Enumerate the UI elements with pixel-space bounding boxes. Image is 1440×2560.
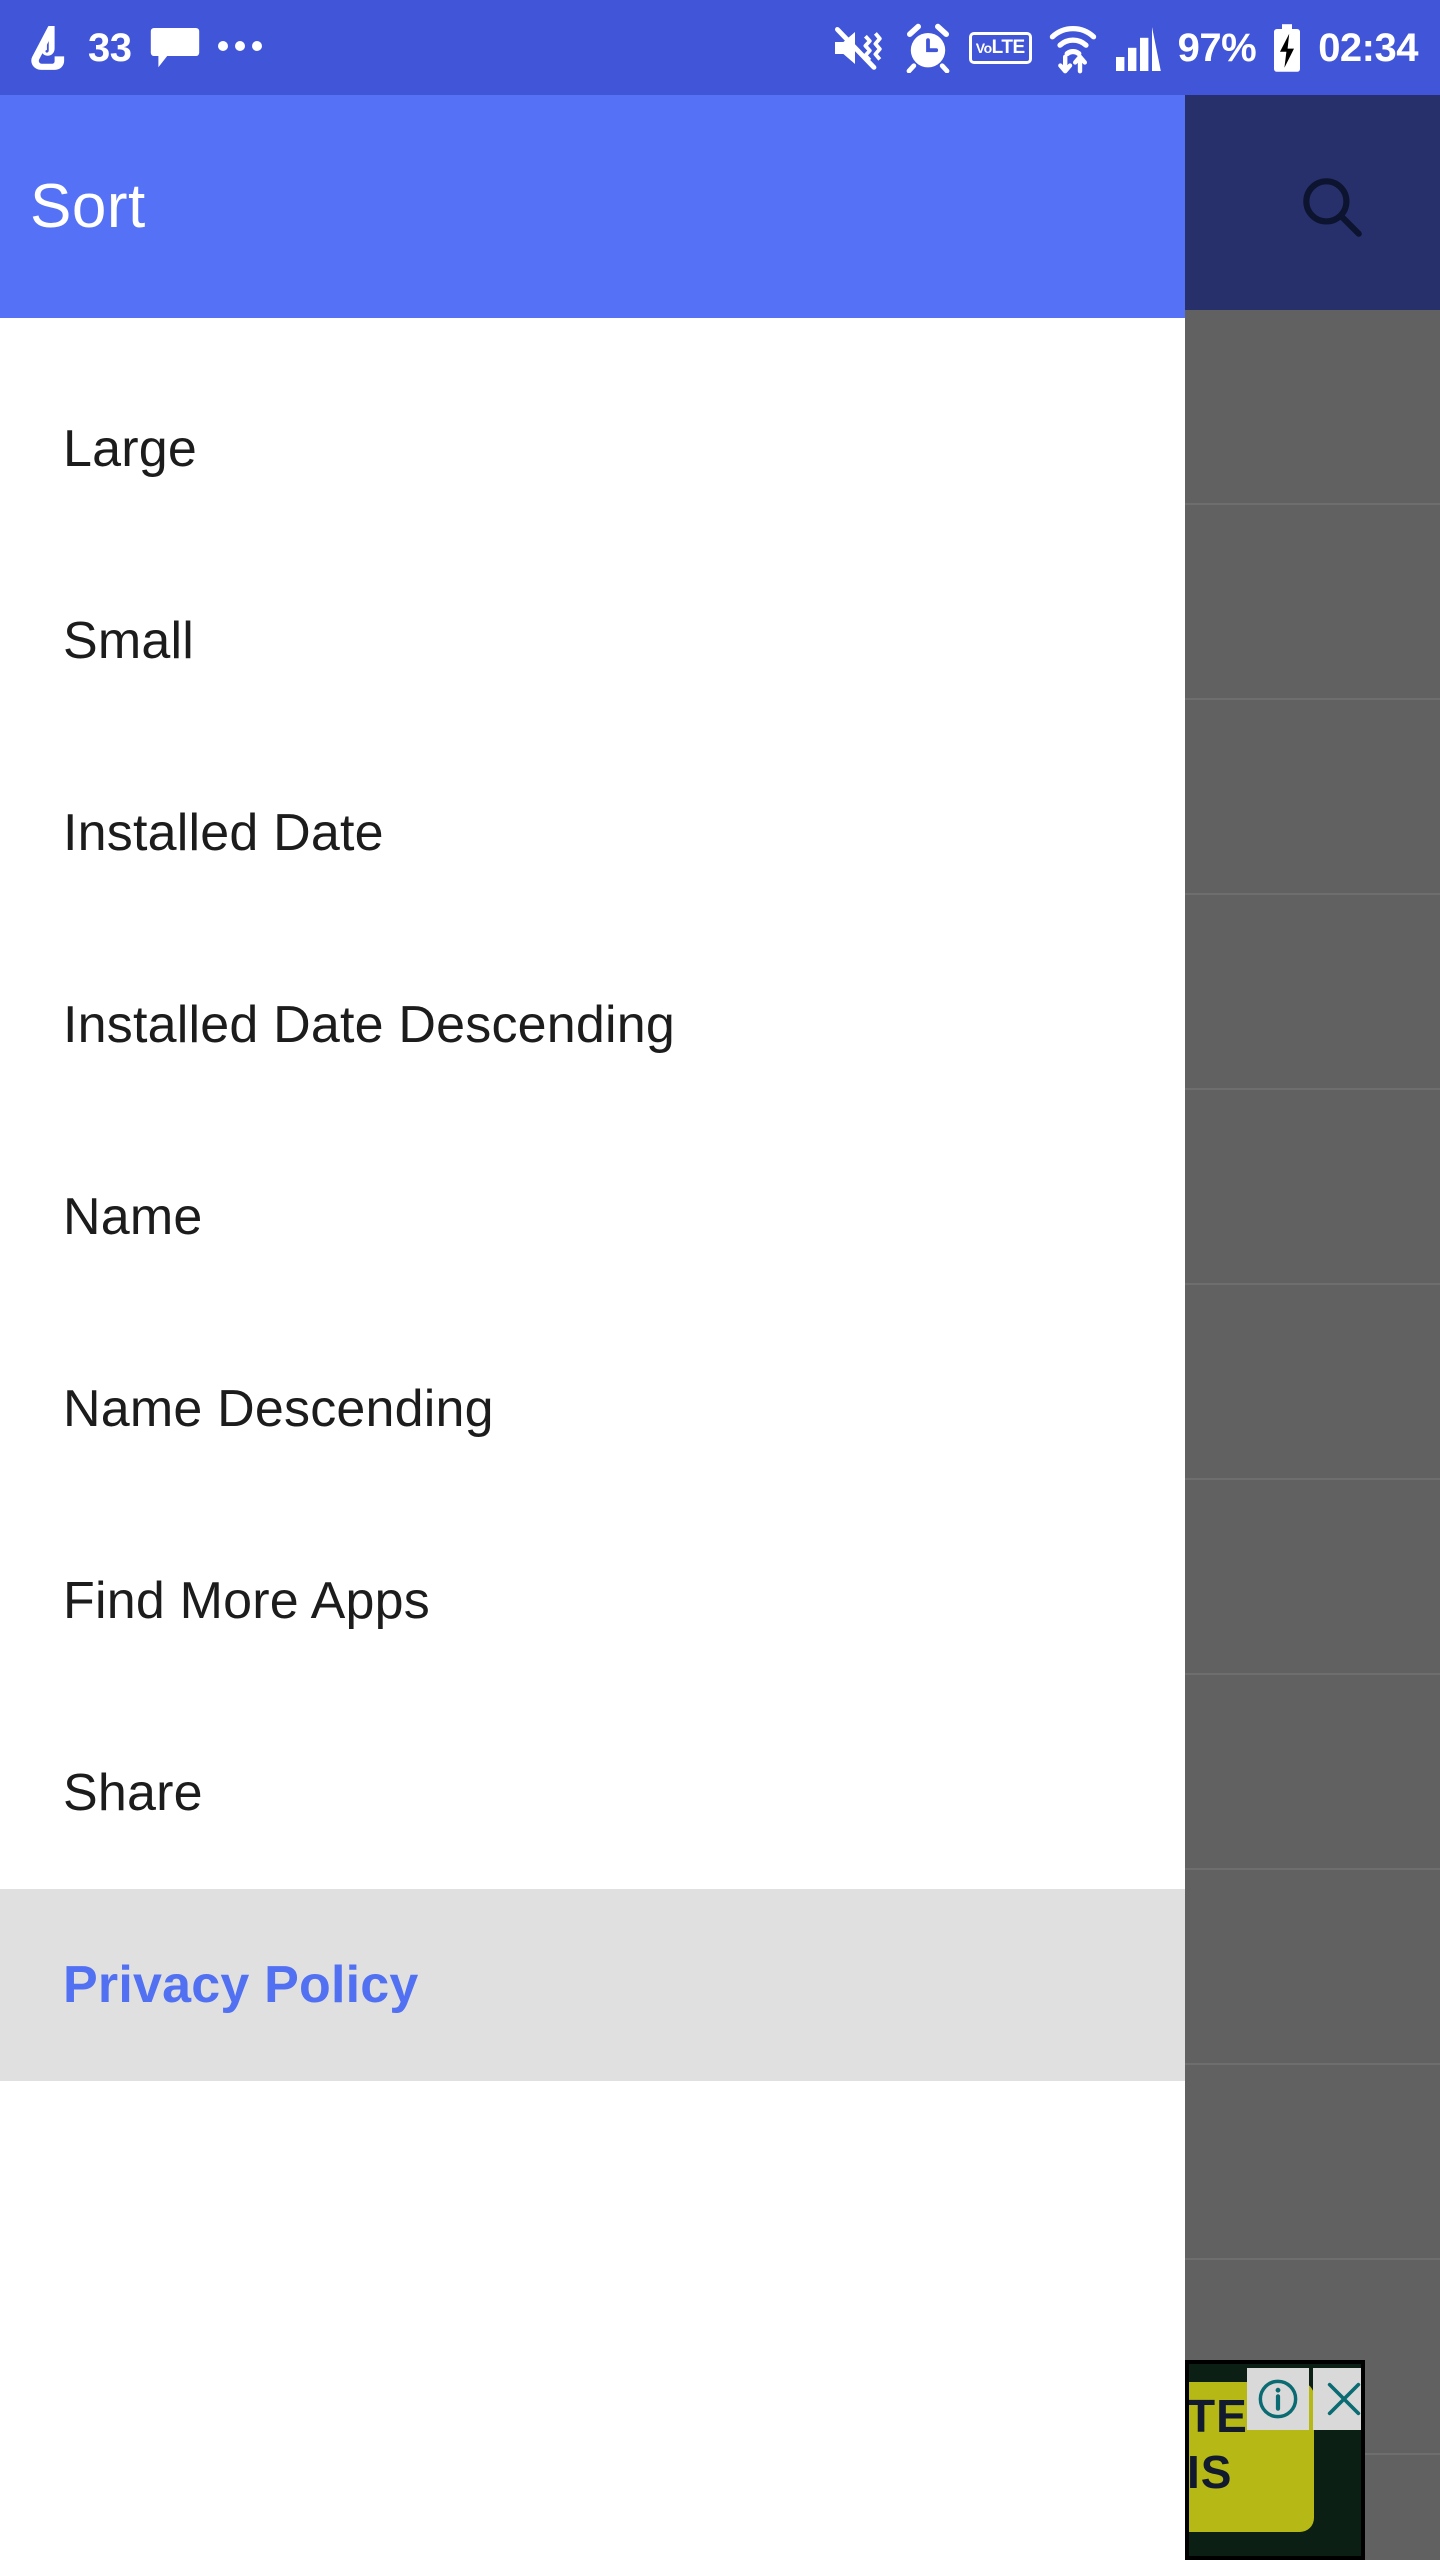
menu-item-share[interactable]: Share [0,1697,1185,1889]
phone-screen: TE IS Sort Large Small Installed Date In… [0,0,1440,2560]
drawer-menu-list: Large Small Installed Date Installed Dat… [0,318,1185,2081]
navigation-drawer: Sort Large Small Installed Date Installe… [0,95,1185,2560]
ad-text-line2: IS [1187,2446,1233,2498]
menu-item-name-descending[interactable]: Name Descending [0,1313,1185,1505]
battery-charging-icon [1272,23,1302,73]
menu-item-privacy-policy[interactable]: Privacy Policy [0,1889,1185,2081]
search-icon[interactable] [1286,161,1376,251]
drawer-header: Sort [0,95,1185,318]
status-bar-system-icons: VoLTE 97% 02:34 [833,22,1418,74]
status-bar: 33 VoLTE 97% 02:34 [0,0,1440,95]
mute-vibrate-icon [833,23,887,73]
notification-badge-count: 33 [88,25,132,70]
menu-item-installed-date[interactable]: Installed Date [0,737,1185,929]
battery-percent-label: 97% [1177,25,1257,70]
volte-icon: VoLTE [968,31,1032,64]
volte-label-lte: LTE [991,36,1025,58]
ad-banner[interactable]: TE IS [1185,2360,1365,2560]
message-bubble-icon [150,26,200,70]
status-bar-notifications: 33 [26,24,262,72]
menu-item-installed-date-descending[interactable]: Installed Date Descending [0,929,1185,1121]
alarm-clock-icon [903,23,953,73]
status-bar-clock: 02:34 [1318,25,1418,70]
menu-item-name[interactable]: Name [0,1121,1185,1313]
wifi-data-transfer-icon [1048,22,1098,74]
page-title: Sort [30,172,146,241]
app-notification-icon [26,24,70,72]
ad-info-icon[interactable] [1247,2368,1309,2430]
cellular-signal-icon [1114,23,1162,73]
more-notifications-icon [217,40,262,55]
menu-item-small[interactable]: Small [0,545,1185,737]
menu-item-find-more-apps[interactable]: Find More Apps [0,1505,1185,1697]
volte-label-vo: Vo [975,39,992,56]
ad-close-icon[interactable] [1313,2368,1361,2430]
menu-item-large[interactable]: Large [0,353,1185,545]
